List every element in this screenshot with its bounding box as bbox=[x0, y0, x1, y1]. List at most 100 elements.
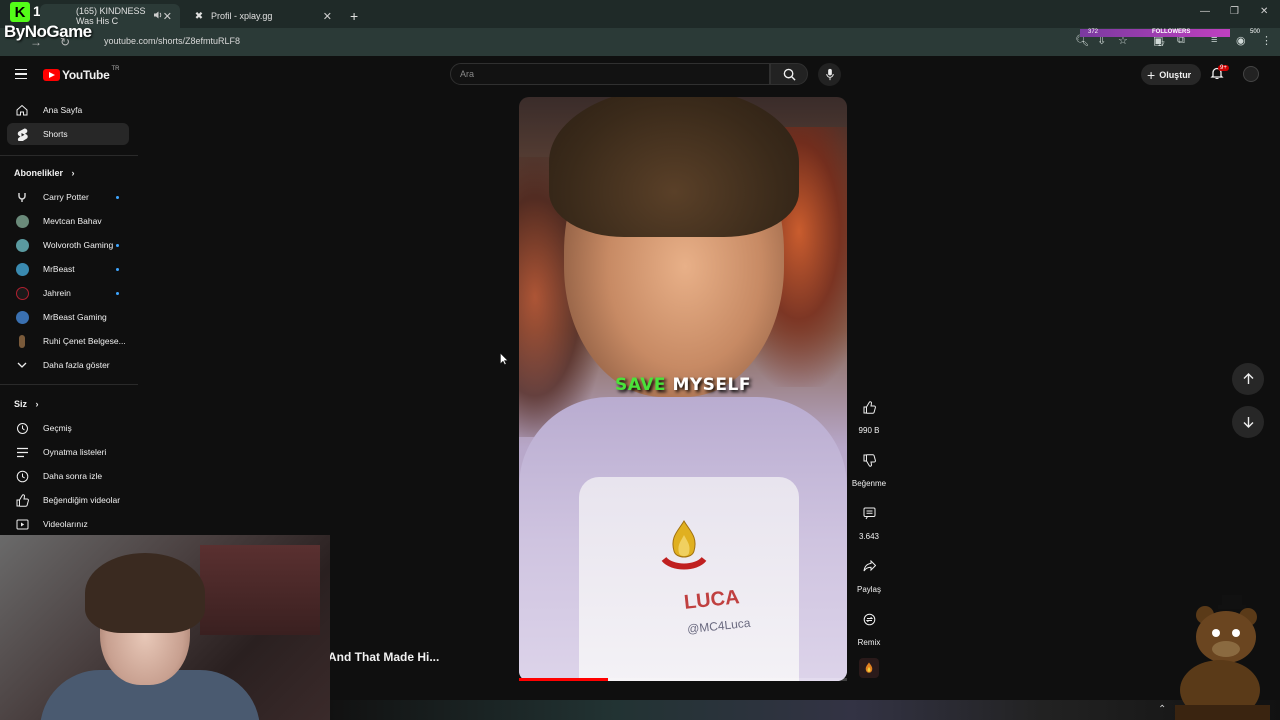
create-button[interactable]: + Oluştur bbox=[1141, 64, 1202, 85]
caption-word: MYSELF bbox=[672, 375, 751, 395]
followers-label: FOLLOWERS bbox=[1152, 29, 1191, 35]
new-content-dot bbox=[116, 195, 119, 199]
thumbs-up-icon bbox=[852, 390, 886, 424]
youtube-play-icon bbox=[43, 69, 60, 81]
new-tab-button[interactable]: + bbox=[342, 4, 366, 28]
sidebar-item-subscription[interactable]: MrBeast Gaming bbox=[7, 306, 129, 328]
sidebar-item-label: MrBeast bbox=[43, 264, 75, 274]
sidebar-item-subscription[interactable]: MrBeast bbox=[7, 258, 129, 280]
next-short-preview bbox=[330, 700, 1280, 720]
followers-current: 372 bbox=[1088, 29, 1099, 35]
sidebar-item-liked-videos[interactable]: Beğendiğim videolar bbox=[7, 489, 129, 511]
notification-count-badge: 9+ bbox=[1218, 65, 1229, 71]
channel-avatar-icon bbox=[15, 238, 29, 252]
sidebar-divider bbox=[0, 384, 138, 385]
webcam-person-hair bbox=[85, 553, 205, 633]
youtube-header: YouTube TR Ara + Oluştur 9+ bbox=[0, 56, 1280, 94]
url-field[interactable]: youtube.com/shorts/Z8efmtuRLF8 bbox=[104, 36, 240, 46]
you-heading-label: Siz bbox=[14, 399, 28, 409]
video-progress-bar[interactable] bbox=[519, 678, 847, 681]
sidebar-item-label: Wolvoroth Gaming bbox=[43, 240, 114, 250]
video-progress-fill bbox=[519, 678, 608, 681]
sidebar-item-label: MrBeast Gaming bbox=[43, 312, 107, 322]
mouse-cursor-icon bbox=[500, 353, 508, 365]
tab-close-icon[interactable]: ✕ bbox=[323, 10, 332, 23]
channel-avatar-icon bbox=[15, 334, 29, 348]
search-button[interactable] bbox=[770, 63, 808, 85]
subscriptions-heading[interactable]: Abonelikler › bbox=[14, 168, 75, 178]
comment-icon bbox=[852, 496, 886, 530]
youtube-logo[interactable]: YouTube TR bbox=[43, 66, 119, 82]
channel-avatar-icon bbox=[15, 262, 29, 276]
caption-word-highlight: SAVE bbox=[615, 375, 667, 395]
followers-goal: 500 bbox=[1250, 29, 1261, 35]
sidebar-item-your-videos[interactable]: Videolarınız bbox=[7, 513, 129, 535]
video-caption: SAVE MYSELF bbox=[519, 375, 847, 395]
browser-tab-bar: K 1 (165) KINDNESS Was His C ✕ ✖ Profil … bbox=[0, 0, 1280, 28]
new-content-dot bbox=[116, 291, 119, 295]
next-short-button[interactable] bbox=[1232, 406, 1264, 438]
arrow-up-icon bbox=[1243, 373, 1253, 384]
maximize-icon[interactable]: ❐ bbox=[1230, 6, 1239, 17]
tab-audio-icon[interactable] bbox=[153, 10, 163, 22]
remix-icon bbox=[852, 602, 886, 636]
new-content-dot bbox=[116, 243, 119, 247]
next-short-title[interactable]: And That Made Hi... bbox=[328, 650, 439, 664]
sidebar-item-subscription[interactable]: Jahrein bbox=[7, 282, 129, 304]
channel-avatar-icon bbox=[15, 190, 29, 204]
you-heading[interactable]: Siz › bbox=[14, 399, 39, 409]
person-hair bbox=[549, 97, 799, 237]
home-icon bbox=[15, 103, 29, 117]
streamer-webcam bbox=[0, 535, 330, 720]
sidebar-item-label: Ana Sayfa bbox=[43, 105, 83, 115]
like-button[interactable]: 990 B bbox=[849, 390, 889, 435]
comments-button[interactable]: 3.643 bbox=[849, 496, 889, 541]
video-icon bbox=[15, 517, 29, 531]
tray-chevron-up-icon[interactable]: ⌃ bbox=[1158, 704, 1166, 715]
subscriptions-heading-label: Abonelikler bbox=[14, 168, 64, 178]
sidebar-item-subscription[interactable]: Wolvoroth Gaming bbox=[7, 234, 129, 256]
followers-goal-bar: 372 FOLLOWERS 500 bbox=[1080, 29, 1268, 37]
clock-icon bbox=[15, 469, 29, 483]
sidebar-item-label: Shorts bbox=[43, 129, 68, 139]
sidebar-item-subscription[interactable]: Carry Potter bbox=[7, 186, 129, 208]
sound-thumbnail[interactable] bbox=[849, 658, 889, 678]
tab-xplay[interactable]: ✖ Profil - xplay.gg ✕ bbox=[185, 4, 340, 28]
dislike-button[interactable]: Beğenme bbox=[849, 443, 889, 488]
sidebar-item-watch-later[interactable]: Daha sonra izle bbox=[7, 465, 129, 487]
show-more-button[interactable]: Daha fazla göster bbox=[7, 354, 129, 376]
minimize-icon[interactable]: — bbox=[1200, 6, 1210, 17]
tab-close-icon[interactable]: ✕ bbox=[163, 10, 172, 23]
sidebar-item-playlists[interactable]: Oynatma listeleri bbox=[7, 441, 129, 463]
menu-icon[interactable] bbox=[15, 69, 27, 79]
chevron-right-icon: › bbox=[35, 399, 39, 409]
account-avatar[interactable] bbox=[1243, 66, 1259, 82]
voice-search-button[interactable] bbox=[818, 63, 841, 86]
sidebar-divider bbox=[0, 155, 138, 156]
sidebar: Ana Sayfa Shorts Abonelikler › Carry Pot… bbox=[0, 94, 140, 534]
sidebar-item-subscription[interactable]: Mevtcan Bahav bbox=[7, 210, 129, 232]
shorts-icon bbox=[15, 127, 29, 141]
chef-apron bbox=[579, 477, 799, 681]
chevron-down-icon bbox=[15, 358, 29, 372]
remix-button[interactable]: Remix bbox=[849, 602, 889, 647]
share-icon bbox=[852, 549, 886, 583]
new-content-dot bbox=[116, 267, 119, 271]
sidebar-item-history[interactable]: Geçmiş bbox=[7, 417, 129, 439]
search-icon bbox=[783, 68, 796, 81]
extension-badge-count: 17 bbox=[1158, 42, 1165, 48]
previous-short-button[interactable] bbox=[1232, 363, 1264, 395]
sidebar-item-shorts[interactable]: Shorts bbox=[7, 123, 129, 145]
share-button[interactable]: Paylaş bbox=[849, 549, 889, 594]
playlist-icon bbox=[15, 445, 29, 459]
webcam-background-shelf bbox=[200, 545, 320, 635]
sidebar-item-home[interactable]: Ana Sayfa bbox=[7, 99, 129, 121]
short-video-player[interactable]: SAVE MYSELF LUCA @MC4Luca bbox=[519, 97, 847, 681]
search-input[interactable]: Ara bbox=[450, 63, 770, 85]
sidebar-item-label: Mevtcan Bahav bbox=[43, 216, 102, 226]
window-close-icon[interactable]: ✕ bbox=[1260, 6, 1268, 17]
chevron-right-icon: › bbox=[71, 168, 75, 178]
plus-icon: + bbox=[1147, 66, 1156, 83]
sidebar-item-subscription[interactable]: Ruhi Çenet Belgese... bbox=[7, 330, 129, 352]
freddy-bear-overlay-icon bbox=[1175, 595, 1270, 720]
